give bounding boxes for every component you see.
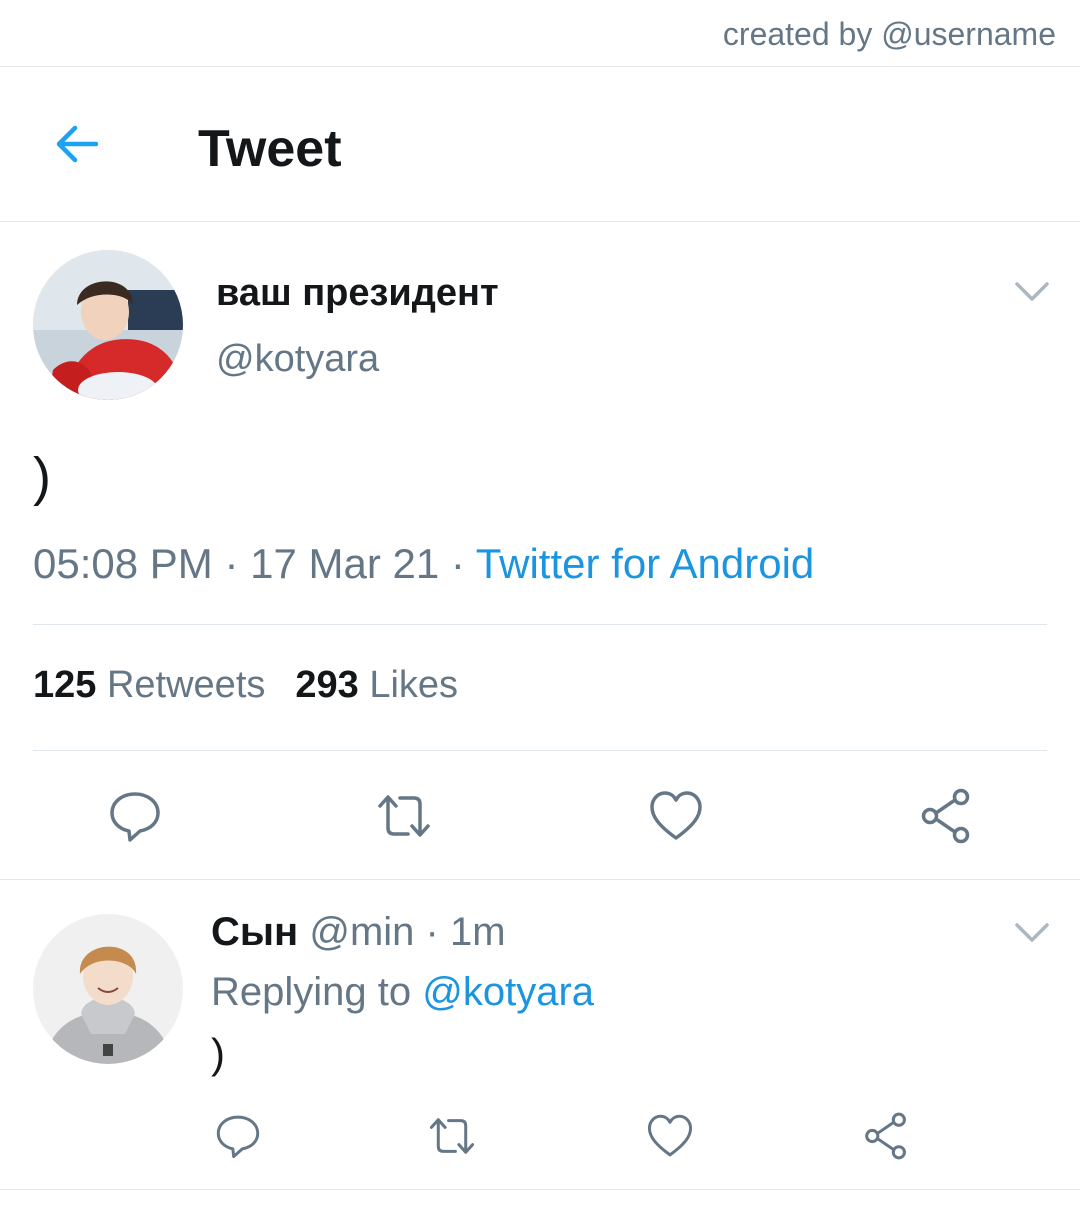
reply-actions — [0, 1100, 1080, 1190]
tweet-meta: 05:08 PM · 17 Mar 21 · Twitter for Andro… — [33, 540, 815, 587]
credit-bar: created by @username — [0, 0, 1080, 67]
replying-handle-link[interactable]: @kotyara — [422, 970, 594, 1014]
tweet-header: Tweet — [0, 67, 1080, 222]
share-icon[interactable] — [862, 1112, 910, 1160]
avatar[interactable] — [33, 914, 183, 1064]
tweet-source-link[interactable]: Twitter for Android — [476, 540, 814, 587]
tweet-date: 17 Mar 21 — [250, 540, 440, 587]
share-icon[interactable] — [918, 788, 974, 844]
avatar[interactable] — [33, 250, 183, 400]
retweet-icon[interactable] — [428, 1112, 476, 1160]
reply-header: Сын @min · 1m — [211, 910, 506, 954]
retweets-count: 125 — [33, 664, 97, 706]
reply-display-name[interactable]: Сын — [211, 910, 298, 954]
heart-icon[interactable] — [648, 788, 704, 844]
divider — [33, 750, 1047, 751]
likes-count: 293 — [295, 664, 359, 706]
likes-label: Likes — [369, 664, 459, 706]
divider — [33, 624, 1047, 625]
retweets-label: Retweets — [106, 664, 266, 706]
tweet-text: ) — [33, 447, 51, 507]
reply-handle[interactable]: @min — [309, 910, 414, 954]
speech-bubble-icon[interactable] — [107, 788, 163, 844]
avatar-image — [33, 250, 183, 400]
replying-to: Replying to @kotyara — [211, 970, 594, 1015]
tweet-actions — [0, 760, 1080, 880]
user-handle[interactable]: @kotyara — [216, 338, 379, 381]
replying-label: Replying to — [211, 970, 412, 1014]
retweets-stat[interactable]: 125 Retweets — [33, 664, 265, 706]
retweet-icon[interactable] — [376, 788, 432, 844]
display-name[interactable]: ваш президент — [216, 272, 499, 315]
reply-time: 1m — [449, 910, 506, 954]
credit-text: created by @username — [722, 16, 1056, 52]
speech-bubble-icon[interactable] — [214, 1112, 262, 1160]
avatar-image — [33, 914, 183, 1064]
tweet-stats: 125 Retweets 293 Likes — [33, 664, 458, 707]
likes-stat[interactable]: 293 Likes — [295, 664, 458, 706]
chevron-down-icon[interactable] — [1014, 281, 1050, 303]
chevron-down-icon[interactable] — [1014, 922, 1050, 944]
heart-icon[interactable] — [646, 1112, 694, 1160]
page-title: Tweet — [198, 120, 342, 178]
reply-text: ) — [211, 1030, 225, 1077]
tweet-time: 05:08 PM — [33, 540, 213, 587]
arrow-left-icon[interactable] — [52, 119, 102, 169]
